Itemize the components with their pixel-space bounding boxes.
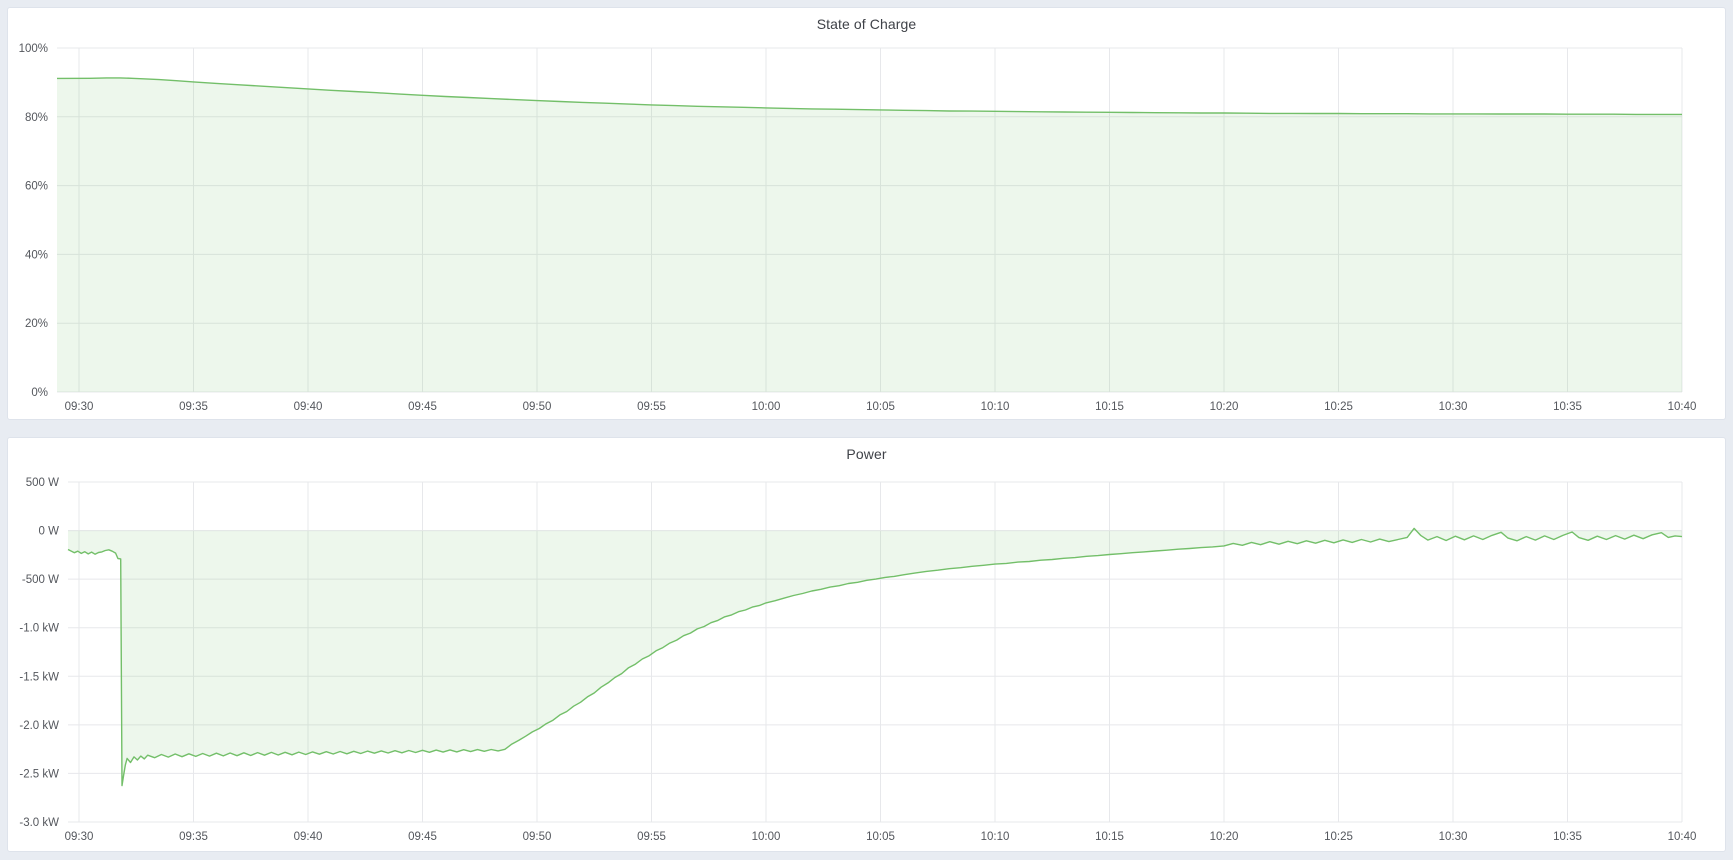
x-axis-tick-label: 10:10 <box>981 831 1010 843</box>
y-axis-tick-label: -1.0 kW <box>19 623 59 635</box>
x-axis-tick-label: 09:40 <box>294 401 323 413</box>
y-axis-tick-label: 80% <box>25 112 48 124</box>
y-axis-tick-label: -2.5 kW <box>19 768 59 780</box>
y-axis-tick-label: 0 W <box>39 526 60 538</box>
power-panel: Power 09:30 09:35 09:40 09:45 09:50 09:55 10:0… <box>7 437 1726 852</box>
x-axis-tick-label: 09:40 <box>294 831 323 843</box>
x-axis-tick-label: 09:30 <box>65 401 94 413</box>
y-axis-tick-label: -2.0 kW <box>19 720 59 732</box>
series-area <box>68 528 1682 785</box>
x-axis-tick-label: 10:40 <box>1668 831 1697 843</box>
y-axis-tick-label: 20% <box>25 318 48 330</box>
y-axis-tick-label: 40% <box>25 249 48 261</box>
y-axis-tick-label: 100% <box>19 43 48 55</box>
x-axis-tick-label: 10:00 <box>752 401 781 413</box>
state-of-charge-panel: State of Charge 09:30 09:35 09:40 09:45 09:5… <box>7 7 1726 420</box>
x-axis-tick-label: 09:50 <box>523 401 552 413</box>
x-axis-tick-label: 10:25 <box>1324 831 1353 843</box>
x-axis-tick-label: 10:05 <box>866 831 895 843</box>
x-axis-tick-label: 10:40 <box>1668 401 1697 413</box>
x-axis-tick-label: 09:45 <box>408 401 437 413</box>
x-axis-tick-label: 10:35 <box>1553 401 1582 413</box>
x-axis-tick-label: 09:50 <box>523 831 552 843</box>
x-axis-tick-label: 10:25 <box>1324 401 1353 413</box>
x-axis-tick-label: 10:00 <box>752 831 781 843</box>
x-axis-tick-label: 10:15 <box>1095 831 1124 843</box>
state-of-charge-panel-title[interactable]: State of Charge <box>8 15 1725 33</box>
x-axis-tick-label: 10:30 <box>1439 831 1468 843</box>
x-axis-tick-label: 09:55 <box>637 401 666 413</box>
power-chart-canvas[interactable]: 09:30 09:35 09:40 09:45 09:50 09:55 10:00 10:05… <box>8 438 1725 851</box>
x-axis-tick-label: 09:55 <box>637 831 666 843</box>
y-axis-tick-label: -1.5 kW <box>19 671 59 683</box>
state-of-charge-chart-canvas[interactable]: 09:30 09:35 09:40 09:45 09:50 09:55 10:00 10:05… <box>8 8 1725 419</box>
x-axis-tick-label: 10:15 <box>1095 401 1124 413</box>
series-area <box>57 78 1682 392</box>
x-axis-tick-label: 09:45 <box>408 831 437 843</box>
x-axis-tick-label: 10:05 <box>866 401 895 413</box>
y-axis-tick-label: 60% <box>25 181 48 193</box>
y-axis-tick-label: 500 W <box>26 477 59 489</box>
y-axis-tick-label: 0% <box>31 387 48 399</box>
x-axis-tick-label: 10:20 <box>1210 401 1239 413</box>
x-axis-tick-label: 09:30 <box>65 831 94 843</box>
y-axis-tick-label: -3.0 kW <box>19 817 59 829</box>
x-axis-tick-label: 10:30 <box>1439 401 1468 413</box>
x-axis-tick-label: 10:35 <box>1553 831 1582 843</box>
x-axis-tick-label: 09:35 <box>179 831 208 843</box>
y-axis-tick-label: -500 W <box>22 574 59 586</box>
x-axis-tick-label: 10:20 <box>1210 831 1239 843</box>
power-panel-title[interactable]: Power <box>8 445 1725 463</box>
x-axis-tick-label: 10:10 <box>981 401 1010 413</box>
x-axis-tick-label: 09:35 <box>179 401 208 413</box>
